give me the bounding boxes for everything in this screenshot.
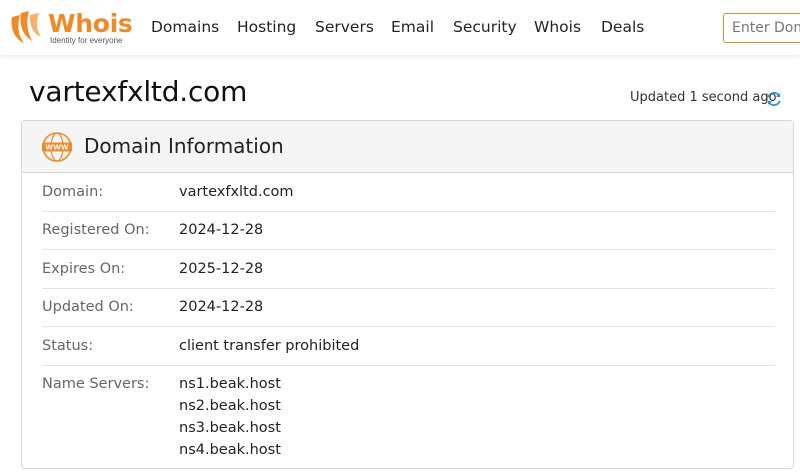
row-label: Updated On:: [42, 299, 134, 315]
nav-whois[interactable]: Whois: [534, 0, 581, 55]
name-server-list: ns1.beak.host ns2.beak.host ns3.beak.hos…: [179, 373, 281, 461]
name-server: ns3.beak.host: [179, 420, 281, 436]
row-value: 2024-12-28: [179, 299, 264, 315]
row-divider: [42, 326, 775, 327]
updated-status: Updated 1 second ago: [630, 90, 777, 105]
row-divider: [42, 365, 775, 366]
card-title: Domain Information: [84, 134, 284, 158]
www-globe-icon: WWW: [42, 132, 72, 162]
row-value: vartexfxltd.com: [179, 184, 294, 200]
nav-hosting[interactable]: Hosting: [237, 0, 296, 55]
whois-logo[interactable]: Whois Identity for everyone: [8, 9, 133, 47]
nav-domains[interactable]: Domains: [151, 0, 219, 55]
card-header: WWW Domain Information: [22, 121, 793, 173]
row-divider: [42, 249, 775, 250]
domain-info-card: WWW Domain Information Domain: vartexfxl…: [21, 120, 794, 469]
row-value: 2024-12-28: [179, 222, 264, 238]
nav-servers[interactable]: Servers: [315, 0, 374, 55]
row-divider: [42, 211, 775, 212]
search-input[interactable]: [723, 13, 800, 43]
svg-text:WWW: WWW: [45, 144, 68, 152]
site-header: Whois Identity for everyone Domains Host…: [0, 0, 800, 55]
row-value: client transfer prohibited: [179, 338, 360, 354]
refresh-icon[interactable]: [765, 90, 783, 108]
name-server: ns4.beak.host: [179, 442, 281, 458]
whois-logo-mark-icon: [11, 11, 41, 43]
row-label: Expires On:: [42, 261, 126, 277]
row-label: Status:: [42, 338, 94, 354]
row-value: 2025-12-28: [179, 261, 264, 277]
nav-email[interactable]: Email: [391, 0, 434, 55]
name-server: ns2.beak.host: [179, 398, 281, 414]
name-server: ns1.beak.host: [179, 376, 281, 392]
brand-name: Whois: [48, 9, 133, 38]
page-title: vartexfxltd.com: [29, 75, 248, 108]
brand-tagline: Identity for everyone: [50, 36, 123, 45]
row-label: Domain:: [42, 184, 104, 200]
nav-security[interactable]: Security: [453, 0, 517, 55]
nav-deals[interactable]: Deals: [601, 0, 644, 55]
row-divider: [42, 288, 775, 289]
row-label: Name Servers:: [42, 376, 150, 392]
row-label: Registered On:: [42, 222, 150, 238]
